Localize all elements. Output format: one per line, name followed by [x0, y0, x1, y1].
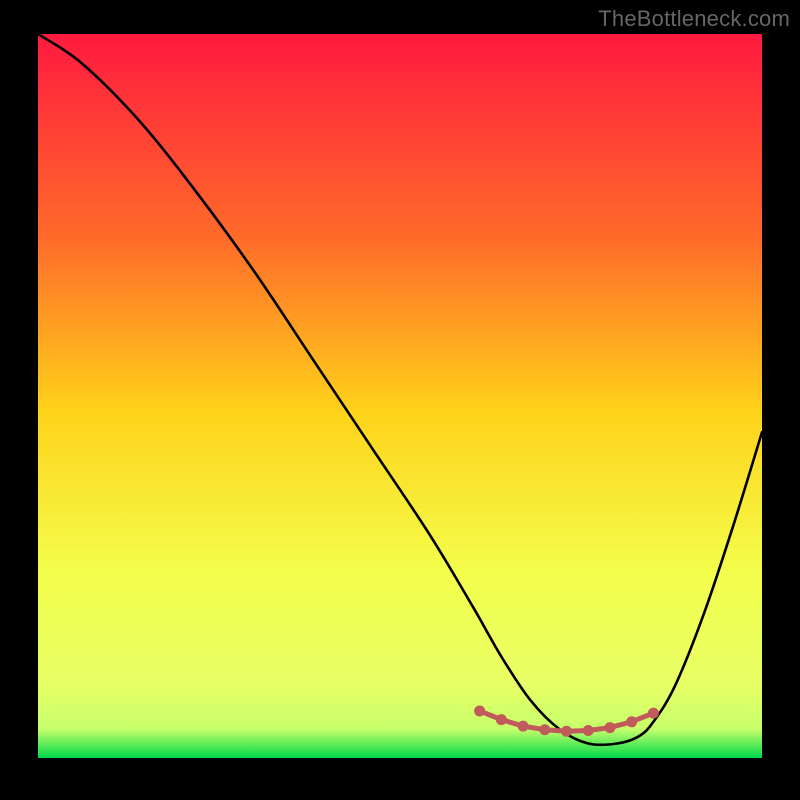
watermark-text: TheBottleneck.com	[598, 6, 790, 32]
gradient-background	[38, 34, 762, 758]
plot-area	[38, 34, 762, 758]
chart-svg	[38, 34, 762, 758]
chart-stage: TheBottleneck.com	[0, 0, 800, 800]
